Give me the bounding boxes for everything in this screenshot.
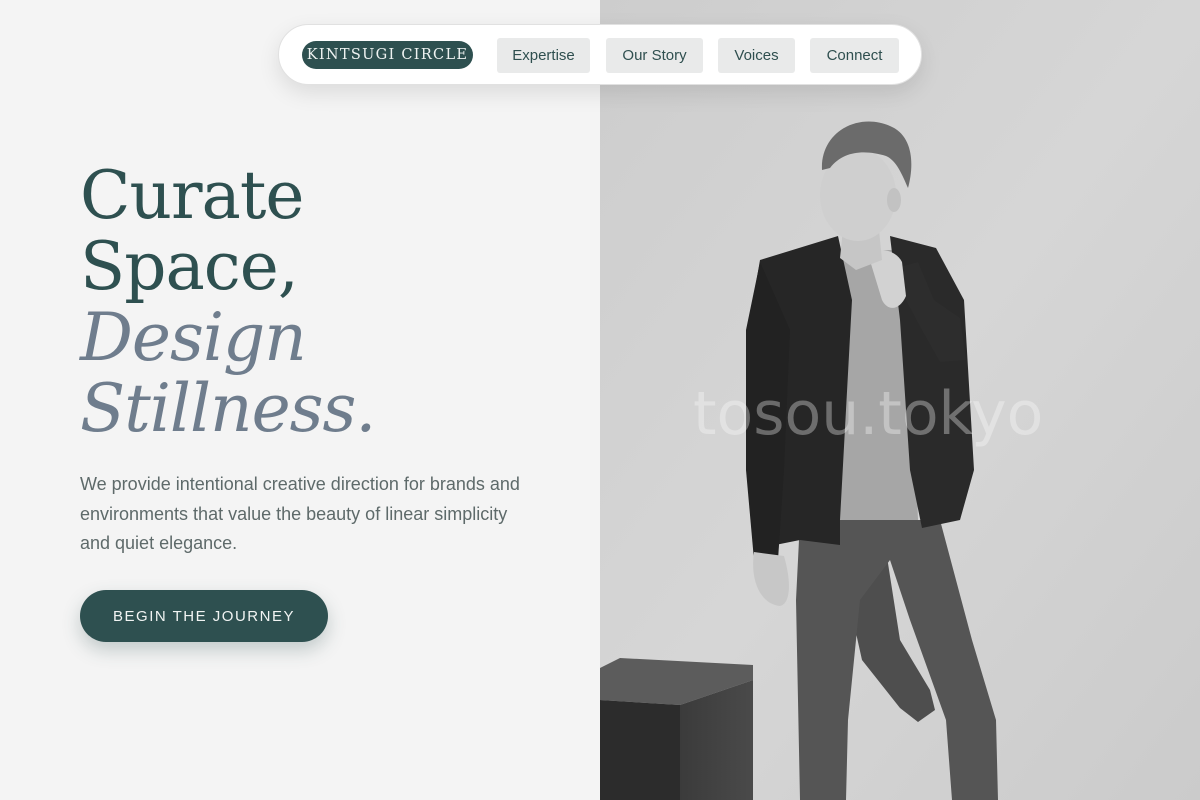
hero-description: We provide intentional creative directio… [80, 474, 520, 553]
model-photo: tosou.tokyo [600, 0, 1200, 800]
top-navigation: KINTSUGI CIRCLE Expertise Our Story Voic… [278, 24, 922, 85]
hero-content-pane: Curate Space, Design Stillness. We provi… [0, 0, 600, 800]
headline-line-1: Curate [80, 157, 305, 234]
brand-logo[interactable]: KINTSUGI CIRCLE [302, 41, 473, 69]
begin-journey-button[interactable]: BEGIN THE JOURNEY [80, 590, 328, 642]
nav-link-connect[interactable]: Connect [810, 38, 899, 73]
headline-line-2: Space, [80, 228, 299, 305]
block-prop [600, 658, 753, 800]
hero-headline: Curate Space, Design Stillness. [80, 157, 376, 447]
watermark-text: tosou.tokyo [693, 379, 1043, 449]
hero-image: tosou.tokyo [600, 0, 1200, 800]
headline-line-3: Design [80, 299, 307, 376]
nav-link-voices[interactable]: Voices [718, 38, 795, 73]
page: Curate Space, Design Stillness. We provi… [0, 0, 1200, 800]
headline-line-4: Stillness. [80, 370, 376, 447]
nav-link-expertise[interactable]: Expertise [497, 38, 590, 73]
nav-link-our-story[interactable]: Our Story [606, 38, 703, 73]
